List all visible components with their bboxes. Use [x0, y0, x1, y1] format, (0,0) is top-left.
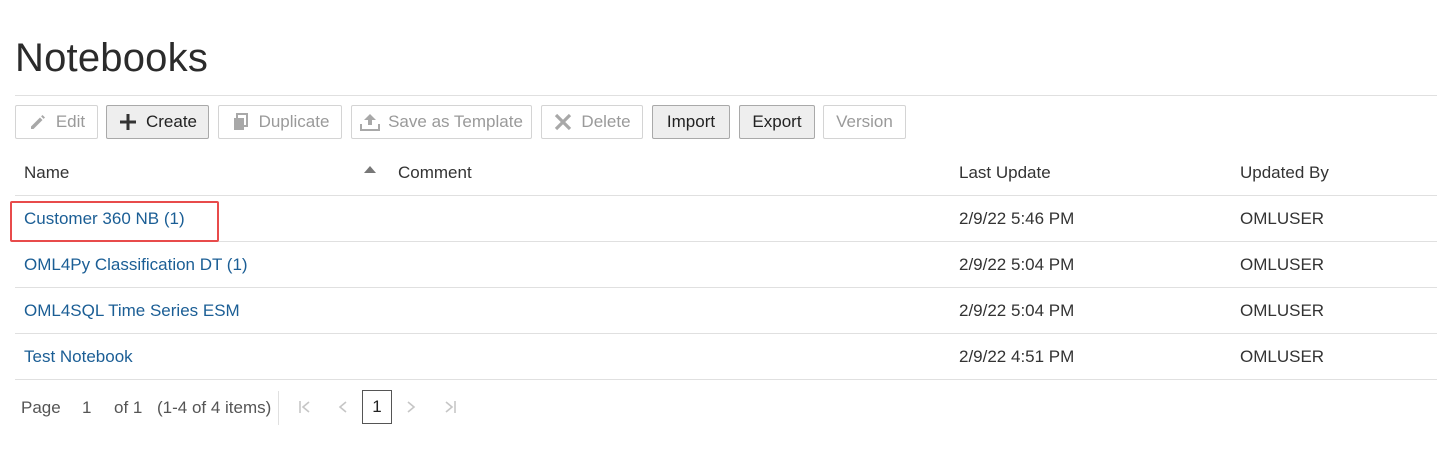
notebook-last-update: 2/9/22 4:51 PM: [959, 347, 1075, 366]
delete-button-label: Delete: [581, 112, 631, 131]
save-as-template-label: Save as Template: [388, 112, 523, 131]
create-button[interactable]: Create: [106, 105, 209, 139]
items-summary: (1-4 of 4 items): [157, 398, 272, 417]
notebook-name-link[interactable]: Customer 360 NB (1): [24, 209, 185, 229]
column-header-name[interactable]: Name: [24, 163, 69, 183]
previous-page-icon[interactable]: [334, 397, 352, 417]
notebook-last-update: 2/9/22 5:46 PM: [959, 209, 1075, 228]
pager-divider: [278, 391, 279, 425]
column-header-updated-by[interactable]: Updated By: [1240, 163, 1329, 183]
pencil-icon: [28, 112, 48, 132]
column-header-comment[interactable]: Comment: [398, 163, 472, 183]
column-header-last-update[interactable]: Last Update: [959, 163, 1051, 183]
first-page-icon[interactable]: [296, 397, 314, 417]
table-header: Name Comment Last Update Updated By: [15, 148, 1437, 196]
notebook-updated-by: OMLUSER: [1240, 301, 1325, 320]
duplicate-button[interactable]: Duplicate: [218, 105, 342, 139]
export-button[interactable]: Export: [739, 105, 815, 139]
notebook-name-link[interactable]: Test Notebook: [24, 347, 133, 367]
delete-button[interactable]: Delete: [541, 105, 643, 139]
table-row[interactable]: Test Notebook 2/9/22 4:51 PM OMLUSER: [15, 334, 1437, 380]
create-button-label: Create: [145, 112, 198, 131]
notebook-updated-by: OMLUSER: [1240, 209, 1325, 228]
table-row[interactable]: OML4SQL Time Series ESM 2/9/22 5:04 PM O…: [15, 288, 1437, 334]
notebook-last-update: 2/9/22 5:04 PM: [959, 255, 1075, 274]
notebook-name-link[interactable]: OML4Py Classification DT (1): [24, 255, 248, 275]
title-divider: [15, 95, 1437, 96]
edit-button-label: Edit: [55, 112, 86, 131]
notebook-updated-by: OMLUSER: [1240, 347, 1325, 366]
last-page-icon[interactable]: [441, 397, 459, 417]
notebooks-table: Name Comment Last Update Updated By Cust…: [10, 148, 1437, 380]
version-button[interactable]: Version: [823, 105, 906, 139]
sort-ascending-icon[interactable]: [364, 166, 376, 173]
table-row[interactable]: Customer 360 NB (1) 2/9/22 5:46 PM OMLUS…: [10, 196, 1437, 242]
copy-icon: [231, 112, 251, 132]
page-title: Notebooks: [15, 36, 209, 80]
upload-icon: [360, 112, 381, 132]
table-row[interactable]: OML4Py Classification DT (1) 2/9/22 5:04…: [15, 242, 1437, 288]
page-label: Page: [21, 398, 61, 417]
page-count-label: of 1: [114, 398, 143, 417]
notebook-name-link[interactable]: OML4SQL Time Series ESM: [24, 301, 240, 321]
duplicate-button-label: Duplicate: [258, 112, 330, 131]
notebooks-page: Notebooks Edit Create Duplicate Save as …: [0, 0, 1437, 466]
save-as-template-button[interactable]: Save as Template: [351, 105, 532, 139]
x-icon: [553, 112, 573, 132]
notebook-last-update: 2/9/22 5:04 PM: [959, 301, 1075, 320]
page-number-button[interactable]: 1: [362, 390, 392, 424]
next-page-icon[interactable]: [402, 397, 420, 417]
plus-icon: [118, 112, 138, 132]
edit-button[interactable]: Edit: [15, 105, 98, 139]
notebook-updated-by: OMLUSER: [1240, 255, 1325, 274]
import-button[interactable]: Import: [652, 105, 730, 139]
current-page-input[interactable]: 1: [82, 398, 91, 418]
